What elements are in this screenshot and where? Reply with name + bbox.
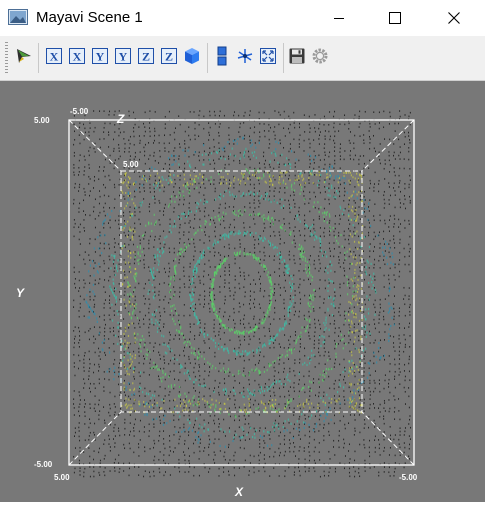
window-title: Mayavi Scene 1 bbox=[36, 9, 143, 26]
toggle-axes-button[interactable] bbox=[235, 45, 255, 67]
z-axis-title: Z bbox=[116, 112, 125, 126]
toolbar-grip[interactable] bbox=[5, 42, 8, 74]
full-screen-icon bbox=[260, 48, 276, 64]
svg-text:X: X bbox=[50, 50, 59, 64]
view-z-plus-icon: Z bbox=[138, 48, 154, 64]
svg-text:Y: Y bbox=[96, 50, 105, 64]
parallel-projection-icon bbox=[215, 46, 229, 66]
svg-text:X: X bbox=[73, 50, 82, 64]
toolbar: X X Y Y Z bbox=[0, 36, 485, 81]
x-max-label: 5.00 bbox=[54, 473, 70, 482]
save-icon bbox=[289, 48, 305, 64]
svg-text:Z: Z bbox=[142, 50, 150, 64]
outline-box bbox=[69, 120, 414, 465]
toolbar-separator bbox=[283, 43, 284, 73]
view-z-minus-icon: Z bbox=[161, 48, 177, 64]
view-y-minus-icon: Y bbox=[115, 48, 131, 64]
isometric-view-button[interactable] bbox=[182, 45, 202, 67]
title-bar: Mayavi Scene 1 bbox=[0, 0, 485, 37]
view-y-plus-button[interactable]: Y bbox=[90, 45, 110, 67]
app-icon bbox=[8, 9, 28, 25]
y-max-label: 5.00 bbox=[34, 116, 50, 125]
parallel-projection-button[interactable] bbox=[212, 45, 232, 67]
y-axis-title: Y bbox=[16, 286, 25, 300]
svg-text:Y: Y bbox=[119, 50, 128, 64]
minimize-icon bbox=[333, 12, 345, 24]
isometric-view-icon bbox=[183, 47, 201, 65]
y-min-label: -5.00 bbox=[34, 460, 53, 469]
mayavi-pipeline-icon bbox=[15, 47, 33, 65]
svg-text:Z: Z bbox=[165, 50, 173, 64]
view-x-minus-button[interactable]: X bbox=[67, 45, 87, 67]
mayavi-window: Mayavi Scene 1 X bbox=[0, 0, 485, 502]
close-button[interactable] bbox=[431, 0, 477, 36]
toolbar-separator bbox=[38, 43, 39, 73]
maximize-button[interactable] bbox=[372, 0, 418, 36]
view-y-minus-button[interactable]: Y bbox=[113, 45, 133, 67]
view-z-plus-button[interactable]: Z bbox=[136, 45, 156, 67]
full-screen-button[interactable] bbox=[258, 45, 278, 67]
z-min-label: -5.00 bbox=[70, 107, 89, 116]
x-axis-title: X bbox=[234, 485, 244, 499]
mayavi-pipeline-button[interactable] bbox=[14, 45, 34, 67]
x-min-label: -5.00 bbox=[399, 473, 418, 482]
view-x-plus-button[interactable]: X bbox=[44, 45, 64, 67]
save-button[interactable] bbox=[287, 45, 307, 67]
view-x-plus-icon: X bbox=[46, 48, 62, 64]
view-z-minus-button[interactable]: Z bbox=[159, 45, 179, 67]
configure-button[interactable] bbox=[310, 45, 330, 67]
maximize-icon bbox=[389, 12, 401, 24]
view-y-plus-icon: Y bbox=[92, 48, 108, 64]
minimize-button[interactable] bbox=[316, 0, 362, 36]
toolbar-separator bbox=[207, 43, 208, 73]
axes-labels: 5.00 -5.00 5.00 -5.00 5.00 -5.00 Z Y X bbox=[16, 107, 418, 499]
z-max-label: 5.00 bbox=[123, 160, 139, 169]
toggle-axes-icon bbox=[236, 47, 254, 65]
scene-render[interactable]: 5.00 -5.00 5.00 -5.00 5.00 -5.00 Z Y X bbox=[0, 81, 485, 502]
view-x-minus-icon: X bbox=[69, 48, 85, 64]
configure-icon bbox=[311, 47, 329, 65]
scene-viewport[interactable]: 5.00 -5.00 5.00 -5.00 5.00 -5.00 Z Y X bbox=[0, 81, 485, 502]
close-icon bbox=[448, 12, 460, 24]
